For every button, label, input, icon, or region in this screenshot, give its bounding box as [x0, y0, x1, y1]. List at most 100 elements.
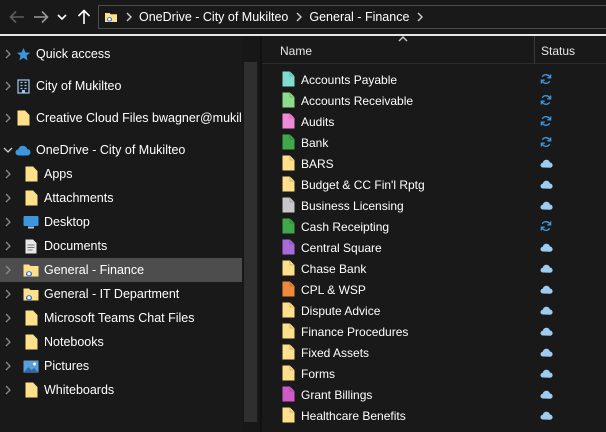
nav-item-general-finance[interactable]: General - Finance	[0, 258, 242, 282]
shared-folder-icon	[23, 286, 39, 302]
file-name: Grant Billings	[301, 388, 373, 402]
folder-icon	[282, 323, 295, 339]
file-list: Name Status Accounts Payable Accounts Rec…	[262, 36, 606, 432]
nav-item-desktop[interactable]: Desktop	[0, 210, 242, 234]
file-row-central-square[interactable]: Central Square	[262, 237, 606, 258]
sync-icon	[539, 219, 553, 233]
nav-item-whiteboards[interactable]: Whiteboards	[0, 378, 242, 402]
breadcrumb-separator[interactable]	[292, 12, 306, 22]
chevron-right-icon[interactable]	[3, 112, 13, 124]
desktop-icon	[23, 214, 39, 230]
file-row-finance-procedures[interactable]: Finance Procedures	[262, 321, 606, 342]
breadcrumb-separator[interactable]	[413, 12, 427, 22]
breadcrumb-general-finance[interactable]: General - Finance	[309, 10, 409, 24]
chevron-right-icon[interactable]	[3, 216, 13, 228]
cloud-icon	[539, 324, 553, 338]
file-row-business-licensing[interactable]: Business Licensing	[262, 195, 606, 216]
scrollbar-thumb[interactable]	[244, 62, 257, 422]
nav-item-apps[interactable]: Apps	[0, 162, 242, 186]
recent-locations-button[interactable]	[54, 5, 70, 29]
folder-icon	[282, 281, 295, 297]
folder-icon	[282, 344, 295, 360]
folder-icon	[23, 166, 39, 182]
nav-item-quick-access[interactable]: Quick access	[0, 42, 242, 66]
nav-item-label: Documents	[44, 239, 108, 253]
nav-item-onedrive-city-of-mukilteo[interactable]: OneDrive - City of Mukilteo	[0, 138, 242, 162]
cloud-icon	[539, 156, 553, 170]
breadcrumb-onedrive[interactable]: OneDrive - City of Mukilteo	[139, 10, 288, 24]
column-header-row: Name Status	[262, 36, 606, 64]
nav-item-attachments[interactable]: Attachments	[0, 186, 242, 210]
nav-item-microsoft-teams-chat-files[interactable]: Microsoft Teams Chat Files	[0, 306, 242, 330]
file-name: Accounts Receivable	[301, 94, 414, 108]
nav-item-notebooks[interactable]: Notebooks	[0, 330, 242, 354]
back-button[interactable]	[6, 5, 28, 29]
file-name: Audits	[301, 115, 335, 129]
folder-icon	[282, 71, 295, 87]
file-row-audits[interactable]: Audits	[262, 111, 606, 132]
shared-folder-icon	[105, 13, 117, 22]
chevron-right-icon[interactable]	[3, 264, 13, 276]
file-name: Healthcare Benefits	[301, 409, 406, 423]
chevron-right-icon[interactable]	[3, 360, 13, 372]
file-row-chase-bank[interactable]: Chase Bank	[262, 258, 606, 279]
file-name: Dispute Advice	[301, 304, 381, 318]
nav-item-pictures[interactable]: Pictures	[0, 354, 242, 378]
file-name: Business Licensing	[301, 199, 404, 213]
file-row-healthcare-benefits[interactable]: Healthcare Benefits	[262, 405, 606, 426]
file-row-cash-receipting[interactable]: Cash Receipting	[262, 216, 606, 237]
file-row-bank[interactable]: Bank	[262, 132, 606, 153]
cloud-icon	[15, 142, 31, 158]
file-name: Fixed Assets	[301, 346, 370, 360]
nav-item-general-it-department[interactable]: General - IT Department	[0, 282, 242, 306]
folder-icon	[282, 407, 295, 423]
chevron-right-icon[interactable]	[3, 384, 13, 396]
file-row-forms[interactable]: Forms	[262, 363, 606, 384]
file-name: Forms	[301, 367, 335, 381]
file-row-bars[interactable]: BARS	[262, 153, 606, 174]
chevron-right-icon[interactable]	[3, 192, 13, 204]
nav-item-label: Notebooks	[44, 335, 104, 349]
nav-item-documents[interactable]: Documents	[0, 234, 242, 258]
column-header-status[interactable]: Status	[541, 44, 575, 58]
arrow-right-icon	[34, 10, 49, 24]
file-row-grant-billings[interactable]: Grant Billings	[262, 384, 606, 405]
folder-icon	[282, 155, 295, 171]
shared-folder-icon	[23, 262, 39, 278]
nav-item-label: OneDrive - City of Mukilteo	[36, 143, 186, 157]
file-row-cpl-wsp[interactable]: CPL & WSP	[262, 279, 606, 300]
nav-item-creative-cloud-files-bwagner-mukilte[interactable]: Creative Cloud Files bwagner@mukilte	[0, 106, 252, 130]
navigation-scrollbar[interactable]	[242, 36, 260, 432]
chevron-down-icon[interactable]	[3, 144, 13, 156]
file-row-budget-cc-fin-l-rptg[interactable]: Budget & CC Fin'l Rptg	[262, 174, 606, 195]
column-divider[interactable]	[534, 36, 535, 64]
building-icon	[15, 78, 31, 94]
column-header-name[interactable]: Name	[280, 44, 312, 58]
chevron-right-icon[interactable]	[3, 288, 13, 300]
nav-item-label: Apps	[44, 167, 73, 181]
forward-button[interactable]	[30, 5, 52, 29]
chevron-right-icon[interactable]	[3, 336, 13, 348]
sync-icon	[539, 135, 553, 149]
nav-item-label: General - Finance	[44, 263, 145, 277]
file-row-accounts-receivable[interactable]: Accounts Receivable	[262, 90, 606, 111]
chevron-right-icon[interactable]	[3, 48, 13, 60]
file-row-fixed-assets[interactable]: Fixed Assets	[262, 342, 606, 363]
nav-item-label: City of Mukilteo	[36, 79, 122, 93]
cloud-icon	[539, 366, 553, 380]
chevron-right-icon[interactable]	[3, 80, 13, 92]
chevron-right-icon[interactable]	[3, 240, 13, 252]
address-bar[interactable]: OneDrive - City of Mukilteo General - Fi…	[98, 5, 606, 29]
up-button[interactable]	[74, 5, 94, 29]
folder-icon	[282, 113, 295, 129]
nav-item-label: Pictures	[44, 359, 90, 373]
nav-item-city-of-mukilteo[interactable]: City of Mukilteo	[0, 74, 242, 98]
breadcrumb-separator[interactable]	[122, 12, 136, 22]
folder-icon	[23, 310, 39, 326]
file-row-dispute-advice[interactable]: Dispute Advice	[262, 300, 606, 321]
chevron-right-icon[interactable]	[3, 312, 13, 324]
file-row-accounts-payable[interactable]: Accounts Payable	[262, 69, 606, 90]
chevron-right-icon	[126, 12, 132, 22]
chevron-right-icon[interactable]	[3, 168, 13, 180]
folder-icon	[15, 110, 31, 126]
